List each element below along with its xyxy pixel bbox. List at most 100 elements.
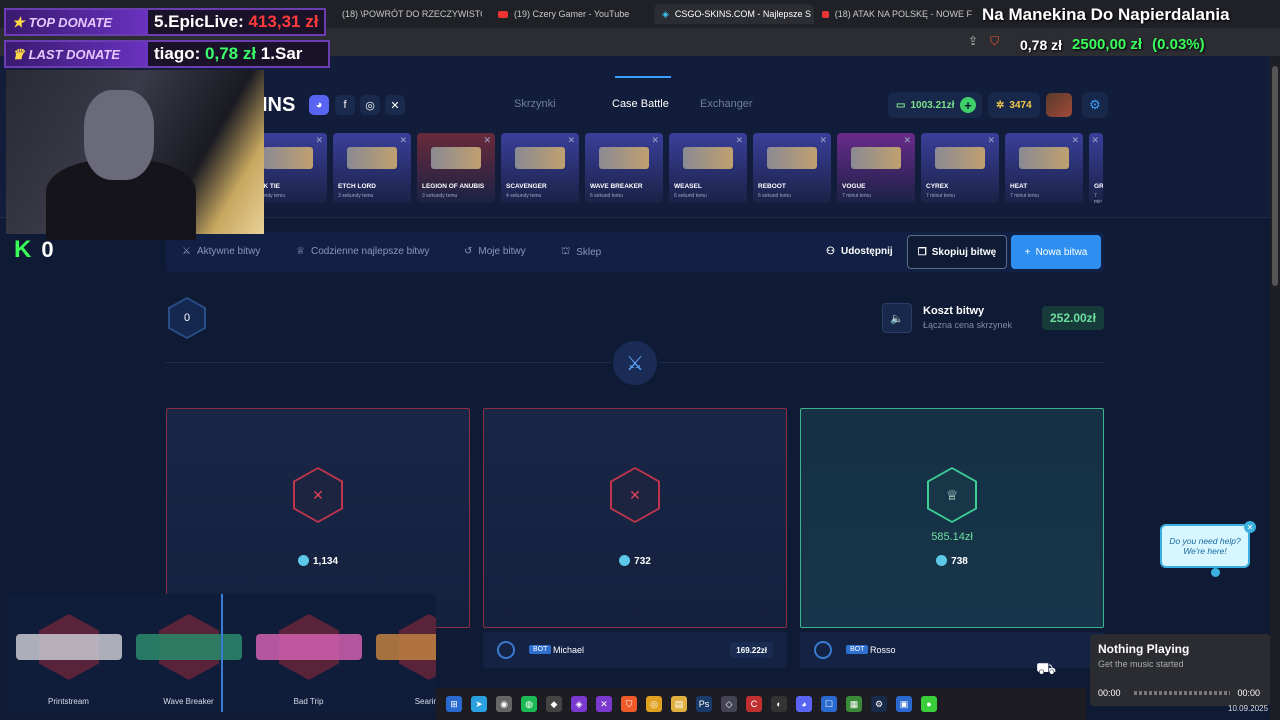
crown-icon: ♛ (12, 45, 25, 62)
obs-icon[interactable]: ◐ (771, 696, 787, 712)
close-icon: ✕ (567, 135, 575, 145)
kick-counter: K0 (14, 236, 54, 263)
close-icon: ✕ (1071, 135, 1079, 145)
camera-icon[interactable]: ◉ (496, 696, 512, 712)
donation-goal-ticker: 0,78 zł 2500,00 zł (0.03%) (1020, 36, 1205, 53)
live-drop-item[interactable]: ✕ SCAVENGER 4 sekundy temu (501, 133, 579, 203)
tab-aktywne-bitwy[interactable]: ⚔ Aktywne bitwy (182, 246, 260, 257)
coin-total: 1,134 (167, 555, 469, 567)
player-info-bar[interactable]: BOT Michael 169.22zł (483, 632, 787, 668)
weapon-image (16, 634, 122, 660)
close-icon: ✕ (651, 135, 659, 145)
nav-skrzynki[interactable]: Skrzynki (514, 98, 556, 110)
nav-active-indicator (615, 76, 671, 78)
balance-display[interactable]: ▭ 1003.21zł + (888, 92, 982, 118)
facebook-icon[interactable]: f (335, 95, 355, 115)
browser-toolbar: ⇪ ⛉ (968, 34, 999, 49)
chrome-icon[interactable]: ◎ (646, 696, 662, 712)
music-progress[interactable] (1134, 691, 1230, 695)
settings-gear-icon[interactable]: ⚙ (1082, 92, 1108, 118)
plus-icon: + (1024, 246, 1031, 258)
app-icon[interactable]: ◈ (571, 696, 587, 712)
tab-moje-bitwy[interactable]: ↺ Moje bitwy (464, 246, 526, 257)
instagram-icon[interactable]: ◎ (360, 95, 380, 115)
folder-icon[interactable]: ▤ (671, 696, 687, 712)
sound-toggle-icon[interactable]: 🔈 (882, 303, 912, 333)
tab-sklep[interactable]: ⛫ Sklep (561, 246, 601, 259)
close-help-icon[interactable]: ✕ (1244, 521, 1256, 533)
player-name: Michael (553, 645, 585, 655)
live-drop-item[interactable]: ✕ WAVE BREAKER 6 sekund temu (585, 133, 663, 203)
brave-icon[interactable]: ⛉ (621, 696, 637, 712)
site-logo[interactable]: INS (262, 94, 295, 117)
wallet-icon: ▭ (896, 99, 906, 111)
user-avatar[interactable] (1046, 93, 1072, 117)
telegram-icon[interactable]: ➤ (471, 696, 487, 712)
x-twitter-icon[interactable]: ✕ (385, 95, 405, 115)
app-icon[interactable]: ☐ (821, 696, 837, 712)
live-drop-item[interactable]: ✕ HEAT 7 minut temu (1005, 133, 1083, 203)
new-battle-button[interactable]: + Nowa bitwa (1011, 235, 1101, 269)
live-drop-item[interactable]: ✕ WEASEL 6 sekund temu (669, 133, 747, 203)
close-icon: ✕ (483, 135, 491, 145)
steam-icon[interactable]: ⚙ (871, 696, 887, 712)
live-drop-item[interactable]: ✕GRIF7 min (1089, 133, 1103, 203)
spotify-icon[interactable]: ◍ (521, 696, 537, 712)
scrollbar-thumb[interactable] (1272, 66, 1278, 286)
coin-total: 738 (801, 555, 1103, 567)
close-icon: ✕ (987, 135, 995, 145)
live-drop-item[interactable]: ✕ VOGUE 7 minut temu (837, 133, 915, 203)
star-icon: ★ (12, 13, 25, 30)
page-scrollbar[interactable] (1270, 56, 1280, 720)
brave-shield-icon[interactable]: ⛉ (990, 34, 999, 49)
browser-tab[interactable]: (18) \POWRÓT DO RZECZYWISTOŚ (336, 4, 482, 24)
weapon-image (1019, 147, 1069, 169)
weapon-image (851, 147, 901, 169)
round-counter: 0 (168, 297, 206, 339)
app-icon[interactable]: ✕ (596, 696, 612, 712)
photoshop-icon[interactable]: Ps (696, 696, 712, 712)
nav-case-battle[interactable]: Case Battle (612, 98, 669, 110)
share-icon[interactable]: ⇪ (968, 34, 978, 49)
bot-badge: BOT (846, 645, 869, 654)
minecraft-icon[interactable]: ▦ (846, 696, 862, 712)
points-display[interactable]: ✲ 3474 (988, 92, 1040, 118)
taskbar-date: 10.09.2025 (1228, 704, 1269, 713)
discord-icon[interactable]: ◕ (309, 95, 329, 115)
discord-icon[interactable]: ◕ (796, 696, 812, 712)
browser-tab-active[interactable]: ◈CSGO-SKINS.COM - Najlepsze S✕ (654, 4, 814, 24)
lose-x-icon: ✕ (610, 467, 660, 523)
help-chat-bubble[interactable]: Do you need help? We're here! (1160, 524, 1250, 568)
bot-badge: BOT (529, 645, 552, 654)
live-drop-item[interactable]: ✕ LEGION OF ANUBIS 3 sekundy temu (417, 133, 495, 203)
coin-icon (619, 555, 631, 566)
deposit-plus-button[interactable]: + (960, 97, 976, 113)
player-avatar-icon (814, 641, 832, 659)
copy-battle-button[interactable]: ❐ Skopiuj bitwę (907, 235, 1007, 269)
tab-codzienne-bitwy[interactable]: ♕ Codzienne najlepsze bitwy (296, 246, 429, 257)
app-icon[interactable]: ◆ (546, 696, 562, 712)
weapon-image (515, 147, 565, 169)
battle-cost-value: 252.00zł (1042, 306, 1104, 330)
case-strip-item: Printstream (8, 594, 130, 712)
nav-exchanger[interactable]: Exchanger (700, 98, 753, 110)
nvidia-icon[interactable]: ● (921, 696, 937, 712)
live-drop-item[interactable]: ✕ ETCH LORD 3 sekundy temu (333, 133, 411, 203)
case-strip-marker (221, 594, 223, 712)
app-icon[interactable]: ▣ (896, 696, 912, 712)
battle-cost-title: Koszt bitwy (923, 305, 985, 317)
windows-icon[interactable]: ⊞ (446, 696, 462, 712)
help-launcher-dot[interactable] (1211, 568, 1220, 577)
weapon-image (263, 147, 313, 169)
coin-total: 732 (484, 555, 786, 567)
player-panel: ✕ 732 (483, 408, 787, 628)
youtube-icon (822, 10, 829, 18)
browser-tab[interactable]: (18) ATAK NA POLSKĘ - NOWE F (822, 4, 972, 24)
live-drop-item[interactable]: ✕ CYREX 7 minut temu (921, 133, 999, 203)
browser-tab[interactable]: (19) Czery Gamer - YouTube (498, 4, 638, 24)
weapon-image (767, 147, 817, 169)
app-icon[interactable]: C (746, 696, 762, 712)
live-drop-item[interactable]: ✕ REBOOT 6 sekund temu (753, 133, 831, 203)
share-button[interactable]: ⚇ Udostępnij (826, 246, 893, 257)
app-icon[interactable]: ◇ (721, 696, 737, 712)
